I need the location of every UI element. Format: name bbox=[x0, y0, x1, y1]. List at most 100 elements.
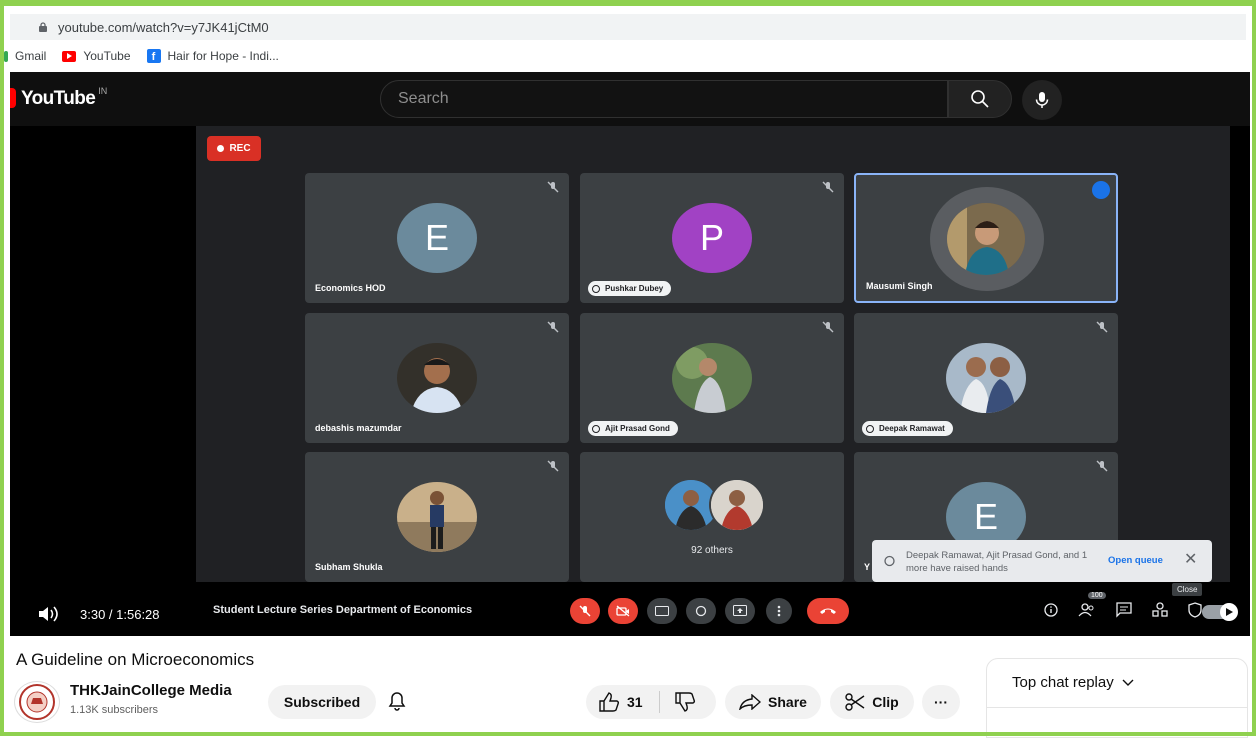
raise-hand-icon bbox=[695, 605, 707, 617]
country-code: IN bbox=[98, 86, 108, 96]
chat-replay-label: Top chat replay bbox=[1012, 674, 1114, 691]
like-divider bbox=[658, 691, 660, 713]
channel-name[interactable]: THKJainCollege Media bbox=[70, 682, 232, 699]
bookmark-label: YouTube bbox=[83, 49, 131, 63]
bookmark-label: Gmail bbox=[15, 49, 47, 63]
subscribed-label: Subscribed bbox=[283, 694, 361, 710]
youtube-logo[interactable]: YouTube IN bbox=[10, 86, 108, 110]
share-button[interactable]: Share bbox=[725, 685, 821, 719]
video-title: A Guideline on Microeconomics bbox=[16, 650, 255, 669]
more-actions-label: ··· bbox=[934, 694, 948, 710]
avatar-initial: P bbox=[699, 217, 724, 258]
chat-replay-dropdown[interactable]: Top chat replay bbox=[1012, 674, 1134, 691]
participant-tile-speaking: Mausumi Singh bbox=[854, 173, 1118, 303]
avatar-initial: E bbox=[424, 217, 449, 258]
participant-avatar: P bbox=[672, 203, 752, 273]
participant-photo bbox=[709, 478, 765, 532]
meet-leave-call-button bbox=[807, 598, 849, 624]
scissors-icon bbox=[845, 693, 865, 711]
activities-icon bbox=[1152, 602, 1168, 617]
mic-off-icon bbox=[579, 605, 591, 617]
microphone-icon bbox=[1035, 92, 1049, 108]
bookmark-hair-for-hope[interactable]: f Hair for Hope - Indi... bbox=[146, 49, 279, 63]
avatar-initial: E bbox=[973, 496, 998, 537]
search-input[interactable] bbox=[381, 81, 947, 117]
camera-off-icon bbox=[616, 605, 630, 617]
muted-mic-icon bbox=[1096, 321, 1108, 333]
participant-name: Y bbox=[864, 562, 871, 572]
autoplay-toggle[interactable] bbox=[1202, 603, 1238, 621]
muted-mic-icon bbox=[547, 181, 559, 193]
meeting-title: Student Lecture Series Department of Eco… bbox=[213, 604, 473, 616]
raised-hand-icon bbox=[592, 424, 600, 433]
notification-message: Deepak Ramawat, Ajit Prasad Gond, and 1 … bbox=[906, 550, 1088, 574]
participant-tile: debashis mazumdar bbox=[305, 313, 569, 443]
search-box[interactable] bbox=[380, 80, 948, 118]
participant-photo bbox=[397, 482, 477, 552]
youtube-icon bbox=[62, 50, 77, 62]
more-actions-button[interactable]: ··· bbox=[922, 685, 960, 719]
like-button[interactable]: 31 bbox=[598, 692, 643, 712]
like-dislike-group: 31 bbox=[586, 685, 716, 719]
speaking-indicator-icon bbox=[1092, 181, 1110, 199]
subscriber-count: 1.13K subscribers bbox=[70, 704, 159, 716]
raised-hands-notification: Deepak Ramawat, Ajit Prasad Gond, and 1 … bbox=[872, 540, 1212, 582]
participant-name: Subham Shukla bbox=[315, 562, 383, 572]
muted-mic-icon bbox=[547, 321, 559, 333]
participant-tile: E Economics HOD bbox=[305, 173, 569, 303]
gmail-icon bbox=[4, 50, 8, 62]
url-text: youtube.com/watch?v=y7JK41jCtM0 bbox=[58, 19, 269, 35]
participant-photo bbox=[947, 203, 1025, 275]
video-player[interactable]: REC E Economics HOD P Pushkar Dubey Maus… bbox=[10, 126, 1250, 636]
meet-camera-off-button bbox=[608, 598, 638, 624]
search-button[interactable] bbox=[948, 80, 1012, 118]
raised-hand-name-pill: Deepak Ramawat bbox=[862, 421, 953, 436]
muted-mic-icon bbox=[547, 460, 559, 472]
clip-button[interactable]: Clip bbox=[830, 685, 914, 719]
playback-time: 3:30 / 1:56:28 bbox=[80, 607, 160, 622]
participant-name: debashis mazumdar bbox=[315, 423, 402, 433]
clip-label: Clip bbox=[872, 694, 899, 710]
thumbs-down-icon[interactable] bbox=[674, 692, 696, 712]
meet-more-button bbox=[766, 598, 792, 624]
participant-name: Pushkar Dubey bbox=[605, 284, 664, 293]
bookmark-label: Hair for Hope - Indi... bbox=[167, 49, 279, 63]
facebook-icon: f bbox=[146, 49, 161, 63]
participant-photo bbox=[946, 343, 1026, 413]
participant-tile: P Pushkar Dubey bbox=[580, 173, 844, 303]
captions-icon bbox=[655, 606, 669, 616]
meet-present-button bbox=[725, 598, 755, 624]
people-icon bbox=[1078, 603, 1094, 617]
subscribed-button[interactable]: Subscribed bbox=[268, 685, 376, 719]
youtube-logo-mark bbox=[10, 88, 16, 108]
participant-photo bbox=[672, 343, 752, 413]
raised-hand-icon bbox=[592, 284, 600, 293]
browser-address-bar[interactable]: youtube.com/watch?v=y7JK41jCtM0 bbox=[10, 14, 1246, 40]
participant-tile: Deepak Ramawat bbox=[854, 313, 1118, 443]
search-icon bbox=[971, 90, 989, 108]
channel-avatar[interactable] bbox=[14, 681, 60, 723]
present-screen-icon bbox=[733, 605, 747, 616]
close-icon[interactable]: ✕ bbox=[1184, 552, 1197, 568]
raised-hand-name-pill: Ajit Prasad Gond bbox=[588, 421, 678, 436]
share-label: Share bbox=[768, 694, 807, 710]
youtube-logo-text: YouTube bbox=[21, 88, 96, 109]
chevron-down-icon bbox=[1122, 679, 1134, 687]
muted-mic-icon bbox=[822, 321, 834, 333]
bookmark-youtube[interactable]: YouTube bbox=[62, 49, 131, 63]
meet-recording-frame: REC E Economics HOD P Pushkar Dubey Maus… bbox=[196, 126, 1230, 596]
volume-icon[interactable] bbox=[38, 605, 60, 623]
recording-badge: REC bbox=[207, 136, 261, 161]
participant-tile: Subham Shukla bbox=[305, 452, 569, 582]
participant-avatar: E bbox=[397, 203, 477, 273]
bookmarks-bar: Gmail YouTube f Hair for Hope - Indi... bbox=[4, 44, 295, 68]
open-queue-link[interactable]: Open queue bbox=[1108, 555, 1163, 566]
others-tile: 92 others bbox=[580, 452, 844, 582]
voice-search-button[interactable] bbox=[1022, 80, 1062, 120]
share-icon bbox=[739, 694, 762, 710]
participant-name: Economics HOD bbox=[315, 283, 386, 293]
bell-icon[interactable] bbox=[388, 691, 406, 711]
muted-mic-icon bbox=[822, 181, 834, 193]
bookmark-gmail[interactable]: Gmail bbox=[4, 49, 47, 63]
like-count: 31 bbox=[627, 694, 643, 710]
